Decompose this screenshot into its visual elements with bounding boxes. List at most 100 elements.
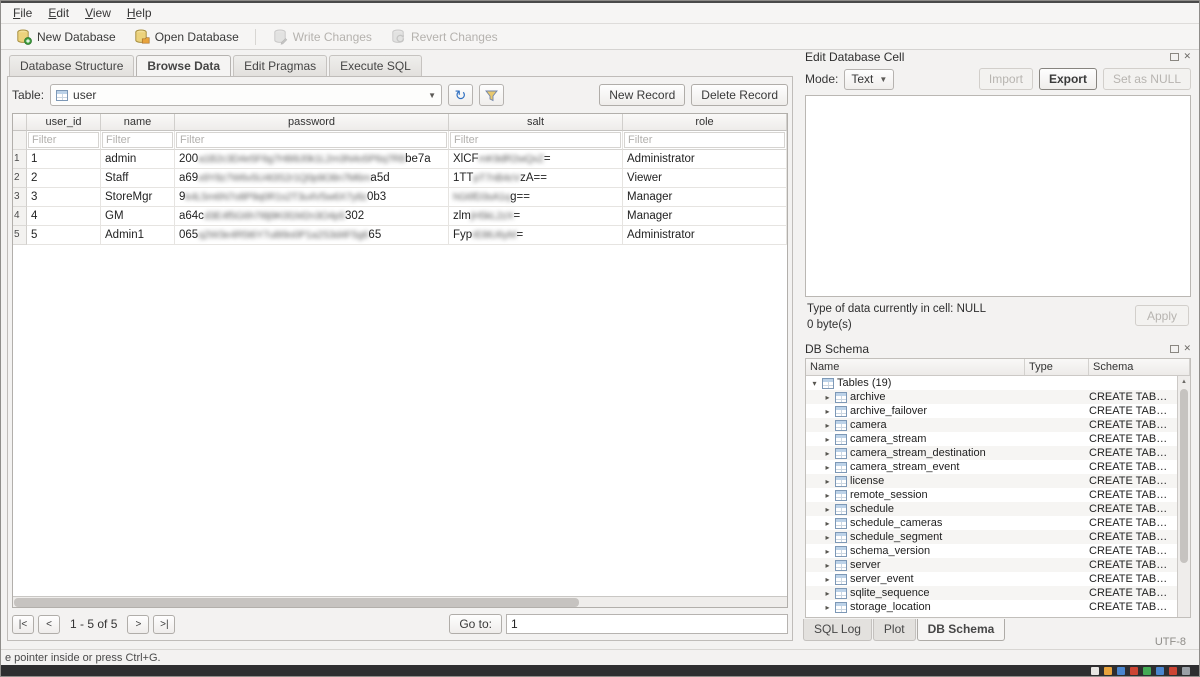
cell-salt[interactable]: hG6fD3sA1qg== (449, 188, 623, 207)
tab-execute-sql[interactable]: Execute SQL (329, 55, 422, 76)
schema-table-row[interactable]: ▸server_eventCREATE TAB… (806, 572, 1177, 586)
tray-icon-7[interactable] (1169, 667, 1177, 675)
cell-salt[interactable]: zlmjH5kL2zX= (449, 207, 623, 226)
cell-name[interactable]: Admin1 (101, 226, 175, 245)
horizontal-scrollbar-thumb[interactable] (14, 598, 579, 607)
schema-table-row[interactable]: ▸camera_streamCREATE TAB… (806, 432, 1177, 446)
chevron-right-icon[interactable]: ▸ (823, 407, 832, 416)
chevron-right-icon[interactable]: ▸ (823, 575, 832, 584)
cell-password[interactable]: 065q2W3e4R5t6Y7u8I9o0P1a2S3d4F5g665 (175, 226, 449, 245)
schema-table-row[interactable]: ▸archiveCREATE TAB… (806, 390, 1177, 404)
cell-role[interactable]: Viewer (623, 169, 787, 188)
previous-record-button[interactable]: < (38, 615, 60, 634)
cell-user-id[interactable]: 5 (27, 226, 101, 245)
cell-user-id[interactable]: 2 (27, 169, 101, 188)
schema-table-row[interactable]: ▸storage_locationCREATE TAB… (806, 600, 1177, 614)
schema-root-row[interactable]: ▾Tables (19) (806, 376, 1177, 390)
tab-edit-pragmas[interactable]: Edit Pragmas (233, 55, 327, 76)
new-database-button[interactable]: New Database (9, 27, 123, 47)
cell-salt[interactable]: 1TTpT7nB4cVzA== (449, 169, 623, 188)
goto-button[interactable]: Go to: (449, 614, 502, 634)
chevron-right-icon[interactable]: ▸ (823, 519, 832, 528)
cell-password[interactable]: a64cd3E4f5G6h7I8j9K0l1M2n3O4p5302 (175, 207, 449, 226)
cell-user-id[interactable]: 4 (27, 207, 101, 226)
cell-role[interactable]: Administrator (623, 150, 787, 169)
schema-table-row[interactable]: ▸camera_stream_eventCREATE TAB… (806, 460, 1177, 474)
chevron-right-icon[interactable]: ▸ (823, 435, 832, 444)
open-database-button[interactable]: Open Database (127, 27, 246, 47)
schema-table-row[interactable]: ▸scheduleCREATE TAB… (806, 502, 1177, 516)
cell-role[interactable]: Administrator (623, 226, 787, 245)
table-combobox[interactable]: user ▼ (50, 84, 442, 106)
chevron-right-icon[interactable]: ▸ (823, 589, 832, 598)
filter-input-name[interactable] (102, 132, 173, 148)
dock-tab-plot[interactable]: Plot (873, 619, 916, 641)
refresh-button[interactable]: ↻ (448, 84, 473, 106)
cell-salt[interactable]: XlCFmK9dR2wQxZ= (449, 150, 623, 169)
chevron-right-icon[interactable]: ▸ (823, 491, 832, 500)
menu-view[interactable]: View (77, 4, 119, 22)
dock-tab-sql-log[interactable]: SQL Log (803, 619, 872, 641)
tray-icon-1[interactable] (1091, 667, 1099, 675)
schema-table-row[interactable]: ▸archive_failoverCREATE TAB… (806, 404, 1177, 418)
menu-file[interactable]: File (5, 4, 40, 22)
column-header-name[interactable]: name (101, 114, 175, 131)
schema-table-row[interactable]: ▸schema_versionCREATE TAB… (806, 544, 1177, 558)
column-header-user-id[interactable]: user_id (27, 114, 101, 131)
chevron-right-icon[interactable]: ▸ (823, 463, 832, 472)
chevron-right-icon[interactable]: ▸ (823, 477, 832, 486)
cell-salt[interactable]: FyprE8tU6yM= (449, 226, 623, 245)
close-icon[interactable]: ✕ (1183, 52, 1191, 61)
goto-record-input[interactable] (506, 614, 788, 634)
tray-icon-6[interactable] (1156, 667, 1164, 675)
cell-name[interactable]: Staff (101, 169, 175, 188)
dock-tab-db-schema[interactable]: DB Schema (917, 619, 1006, 641)
first-record-button[interactable]: |< (12, 615, 34, 634)
cell-password[interactable]: 200a1B2c3D4e5F6g7H8i9J0k1L2m3N4o5P6q7R8b… (175, 150, 449, 169)
column-header-password[interactable]: password (175, 114, 449, 131)
schema-header-name[interactable]: Name (806, 359, 1025, 375)
new-record-button[interactable]: New Record (599, 84, 685, 106)
horizontal-scrollbar[interactable] (13, 596, 787, 607)
cell-role[interactable]: Manager (623, 188, 787, 207)
float-icon[interactable] (1170, 345, 1179, 353)
cell-user-id[interactable]: 3 (27, 188, 101, 207)
chevron-right-icon[interactable]: ▸ (823, 603, 832, 612)
tray-icon-3[interactable] (1117, 667, 1125, 675)
last-record-button[interactable]: >| (153, 615, 175, 634)
tray-icon-5[interactable] (1143, 667, 1151, 675)
column-header-role[interactable]: role (623, 114, 787, 131)
tab-database-structure[interactable]: Database Structure (9, 55, 134, 76)
cell-password[interactable]: a69x9Y8z7W6v5U4t3S2r1Q0p9O8n7M6ma5d (175, 169, 449, 188)
schema-header-type[interactable]: Type (1025, 359, 1089, 375)
schema-table-row[interactable]: ▸licenseCREATE TAB… (806, 474, 1177, 488)
export-button[interactable]: Export (1039, 68, 1097, 90)
chevron-right-icon[interactable]: ▸ (823, 505, 832, 514)
cell-role[interactable]: Manager (623, 207, 787, 226)
close-icon[interactable]: ✕ (1183, 344, 1191, 353)
chevron-right-icon[interactable]: ▸ (823, 547, 832, 556)
filter-input-user-id[interactable] (28, 132, 99, 148)
tray-icon-2[interactable] (1104, 667, 1112, 675)
next-record-button[interactable]: > (127, 615, 149, 634)
schema-table-row[interactable]: ▸cameraCREATE TAB… (806, 418, 1177, 432)
vertical-scrollbar-thumb[interactable] (1180, 389, 1188, 563)
chevron-right-icon[interactable]: ▸ (823, 421, 832, 430)
vertical-scrollbar[interactable]: ▲ (1177, 376, 1190, 617)
chevron-right-icon[interactable]: ▸ (823, 449, 832, 458)
column-header-salt[interactable]: salt (449, 114, 623, 131)
chevron-right-icon[interactable]: ▸ (823, 533, 832, 542)
menu-help[interactable]: Help (119, 4, 160, 22)
schema-table-row[interactable]: ▸schedule_camerasCREATE TAB… (806, 516, 1177, 530)
menu-edit[interactable]: Edit (40, 4, 77, 22)
filter-input-role[interactable] (624, 132, 785, 148)
clear-filters-button[interactable] (479, 84, 504, 106)
scroll-up-icon[interactable]: ▲ (1178, 376, 1190, 387)
schema-header-schema[interactable]: Schema (1089, 359, 1190, 375)
schema-table-row[interactable]: ▸serverCREATE TAB… (806, 558, 1177, 572)
schema-table-row[interactable]: ▸schedule_segmentCREATE TAB… (806, 530, 1177, 544)
cell-name[interactable]: GM (101, 207, 175, 226)
cell-user-id[interactable]: 1 (27, 150, 101, 169)
tab-browse-data[interactable]: Browse Data (136, 55, 231, 76)
tray-icon-4[interactable] (1130, 667, 1138, 675)
